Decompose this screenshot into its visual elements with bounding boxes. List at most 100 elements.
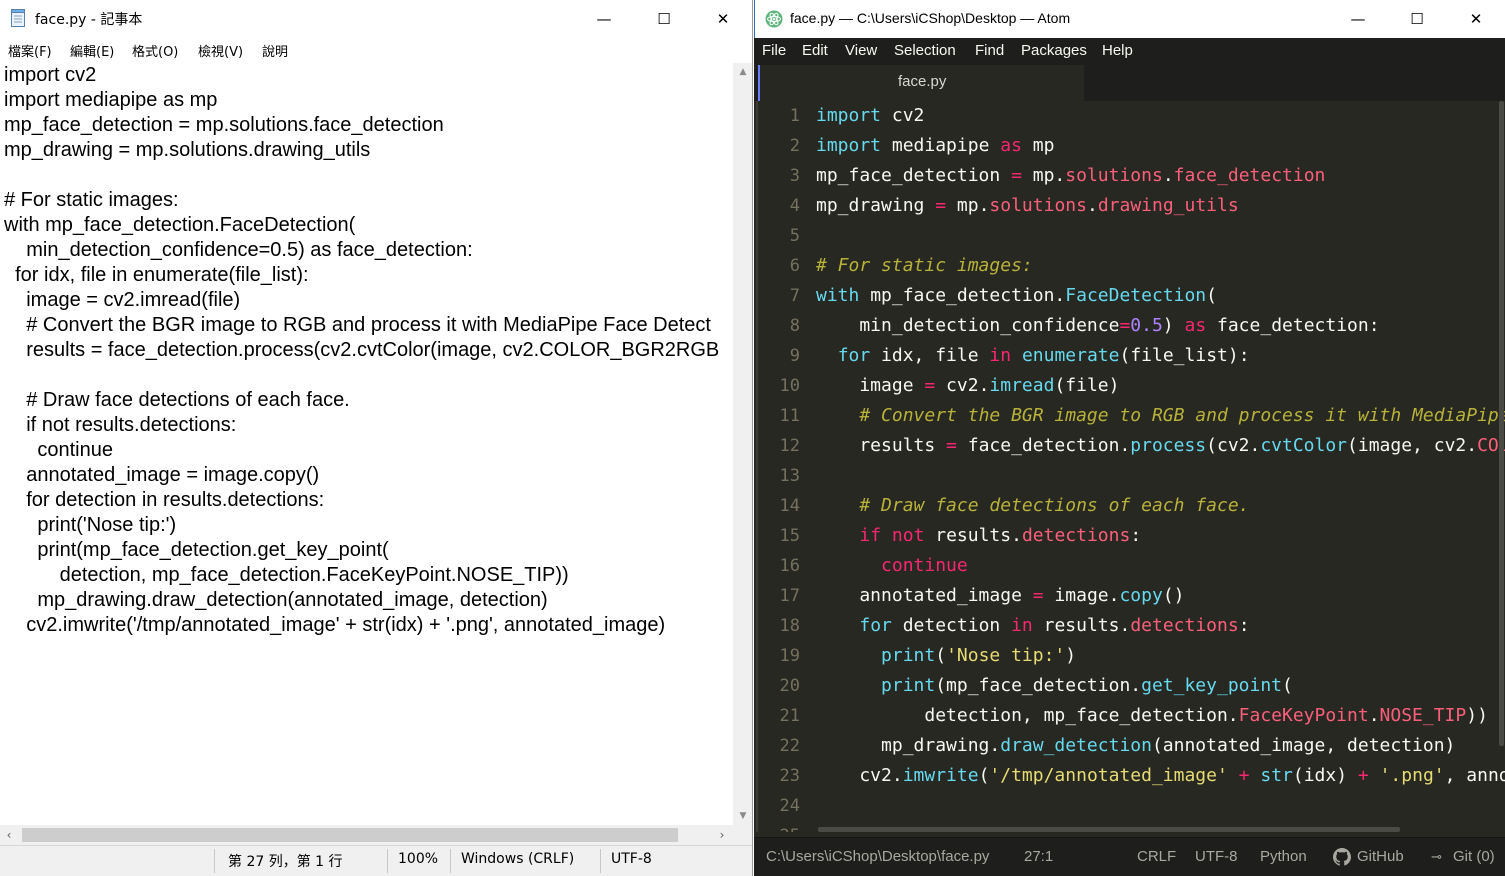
- menu-help[interactable]: 說明: [262, 41, 288, 60]
- line-number: 3: [789, 166, 800, 186]
- atom-statusbar: C:\Users\iCShop\Desktop\face.py 27:1 CRL…: [754, 837, 1505, 876]
- status-divider: [450, 849, 451, 873]
- menu-help[interactable]: Help: [1102, 42, 1133, 59]
- tab-face-py[interactable]: face.py: [758, 65, 1084, 101]
- code-line[interactable]: for idx, file in enumerate(file_list):: [816, 341, 1505, 371]
- atom-logo-icon: [765, 10, 783, 28]
- menu-view[interactable]: 檢視(V): [198, 41, 243, 60]
- line-number: 4: [789, 196, 800, 216]
- line-number: 22: [779, 736, 800, 756]
- notepad-text-area[interactable]: import cv2 import mediapipe as mp mp_fac…: [0, 63, 733, 825]
- menu-selection[interactable]: Selection: [894, 42, 956, 59]
- code-line[interactable]: [816, 461, 1505, 491]
- vertical-scrollbar[interactable]: ▲ ▼: [733, 63, 752, 825]
- line-number: 25: [758, 821, 800, 832]
- line-number: 12: [779, 436, 800, 456]
- atom-titlebar[interactable]: face.py — C:\Users\iCShop\Desktop — Atom…: [754, 0, 1505, 38]
- notepad-titlebar[interactable]: face.py - 記事本 — ☐ ✕: [0, 0, 752, 37]
- line-number: 6: [789, 256, 800, 276]
- menu-format[interactable]: 格式(O): [132, 41, 178, 60]
- menu-file[interactable]: 檔案(F): [8, 41, 52, 60]
- cursor-position: 第 27 列，第 1 行: [228, 854, 343, 870]
- editor-horizontal-scroll-thumb[interactable]: [818, 827, 1400, 832]
- code-line[interactable]: continue: [816, 551, 1505, 581]
- notepad-window-title: face.py - 記事本: [35, 12, 143, 28]
- line-number: 10: [779, 376, 800, 396]
- line-number: 21: [779, 706, 800, 726]
- encoding-selector[interactable]: UTF-8: [1195, 848, 1238, 865]
- atom-editor[interactable]: 1 2 3 4 5 6 7 8 9 10 11 12 13 14 15 16 1…: [754, 101, 1505, 832]
- menu-edit[interactable]: 編輯(E): [70, 41, 114, 60]
- encoding: UTF-8: [611, 851, 652, 867]
- line-number: 20: [779, 676, 800, 696]
- line-number: 13: [779, 466, 800, 486]
- code-line[interactable]: mp_face_detection = mp.solutions.face_de…: [816, 161, 1505, 191]
- code-line[interactable]: with mp_face_detection.FaceDetection(: [816, 281, 1505, 311]
- code-line[interactable]: # Convert the BGR image to RGB and proce…: [816, 401, 1505, 431]
- code-lines[interactable]: import cv2 import mediapipe as mp mp_face_…: [816, 101, 1505, 791]
- code-line[interactable]: import cv2: [816, 101, 1505, 131]
- minimize-button[interactable]: —: [575, 0, 633, 37]
- close-icon: ✕: [1469, 9, 1483, 28]
- close-button[interactable]: ✕: [1447, 0, 1505, 37]
- horizontal-scrollbar[interactable]: ‹ ›: [0, 825, 733, 845]
- notepad-menubar: 檔案(F) 編輯(E) 格式(O) 檢視(V) 說明: [0, 37, 752, 63]
- code-line[interactable]: min_detection_confidence=0.5) as face_de…: [816, 311, 1505, 341]
- line-number: 2: [789, 136, 800, 156]
- minimize-button[interactable]: —: [1329, 0, 1387, 37]
- code-line[interactable]: mp_drawing.draw_detection(annotated_imag…: [816, 731, 1505, 761]
- github-panel-button[interactable]: GitHub: [1357, 848, 1404, 865]
- scrollbar-corner: [733, 825, 752, 845]
- line-number: 19: [779, 646, 800, 666]
- code-line[interactable]: cv2.imwrite('/tmp/annotated_image' + str…: [816, 761, 1505, 791]
- code-line[interactable]: # Draw face detections of each face.: [816, 491, 1505, 521]
- code-line[interactable]: if not results.detections:: [816, 521, 1505, 551]
- menu-view[interactable]: View: [845, 42, 877, 59]
- git-panel-button[interactable]: Git (0): [1453, 848, 1495, 865]
- line-number: 8: [789, 316, 800, 336]
- atom-window: face.py — C:\Users\iCShop\Desktop — Atom…: [754, 0, 1505, 876]
- line-ending: Windows (CRLF): [461, 851, 575, 867]
- code-line[interactable]: print(mp_face_detection.get_key_point(: [816, 671, 1505, 701]
- code-line[interactable]: # For static images:: [816, 251, 1505, 281]
- atom-window-title: face.py — C:\Users\iCShop\Desktop — Atom: [790, 10, 1071, 26]
- maximize-button[interactable]: ☐: [1388, 0, 1446, 37]
- code-line[interactable]: image = cv2.imread(file): [816, 371, 1505, 401]
- github-icon: [1333, 848, 1351, 866]
- maximize-button[interactable]: ☐: [635, 0, 693, 37]
- line-number: 17: [779, 586, 800, 606]
- horizontal-scroll-thumb[interactable]: [22, 828, 678, 842]
- notepad-text-content[interactable]: import cv2 import mediapipe as mp mp_fac…: [0, 63, 733, 638]
- menu-packages[interactable]: Packages: [1021, 42, 1087, 59]
- code-line[interactable]: for detection in results.detections:: [816, 611, 1505, 641]
- scroll-up-arrow-icon[interactable]: ▲: [733, 63, 752, 81]
- line-number-gutter[interactable]: 1 2 3 4 5 6 7 8 9 10 11 12 13 14 15 16 1…: [758, 101, 800, 832]
- atom-menubar: File Edit View Selection Find Packages H…: [754, 38, 1505, 65]
- editor-vertical-scroll-thumb[interactable]: [1499, 101, 1504, 746]
- code-line[interactable]: detection, mp_face_detection.FaceKeyPoin…: [816, 701, 1505, 731]
- menu-find[interactable]: Find: [975, 42, 1004, 59]
- notepad-app-icon: [11, 9, 25, 27]
- menu-file[interactable]: File: [762, 42, 786, 59]
- status-divider: [600, 849, 601, 873]
- scroll-left-arrow-icon[interactable]: ‹: [0, 825, 18, 845]
- menu-edit[interactable]: Edit: [802, 42, 828, 59]
- file-path[interactable]: C:\Users\iCShop\Desktop\face.py: [766, 848, 989, 865]
- line-ending-selector[interactable]: CRLF: [1137, 848, 1176, 865]
- git-commit-icon: ⊸: [1431, 849, 1442, 864]
- code-line[interactable]: import mediapipe as mp: [816, 131, 1505, 161]
- code-line[interactable]: [816, 221, 1505, 251]
- line-number: 16: [779, 556, 800, 576]
- tab-label: face.py: [898, 73, 947, 90]
- code-line[interactable]: annotated_image = image.copy(): [816, 581, 1505, 611]
- scroll-right-arrow-icon[interactable]: ›: [713, 825, 731, 845]
- close-button[interactable]: ✕: [694, 0, 752, 37]
- code-line[interactable]: mp_drawing = mp.solutions.drawing_utils: [816, 191, 1505, 221]
- scroll-down-arrow-icon[interactable]: ▼: [733, 807, 752, 825]
- grammar-selector[interactable]: Python: [1260, 848, 1307, 865]
- code-line[interactable]: results = face_detection.process(cv2.cvt…: [816, 431, 1505, 461]
- code-line[interactable]: print('Nose tip:'): [816, 641, 1505, 671]
- minimize-icon: —: [596, 9, 612, 28]
- zoom-level: 100%: [398, 851, 439, 867]
- cursor-position[interactable]: 27:1: [1024, 848, 1053, 865]
